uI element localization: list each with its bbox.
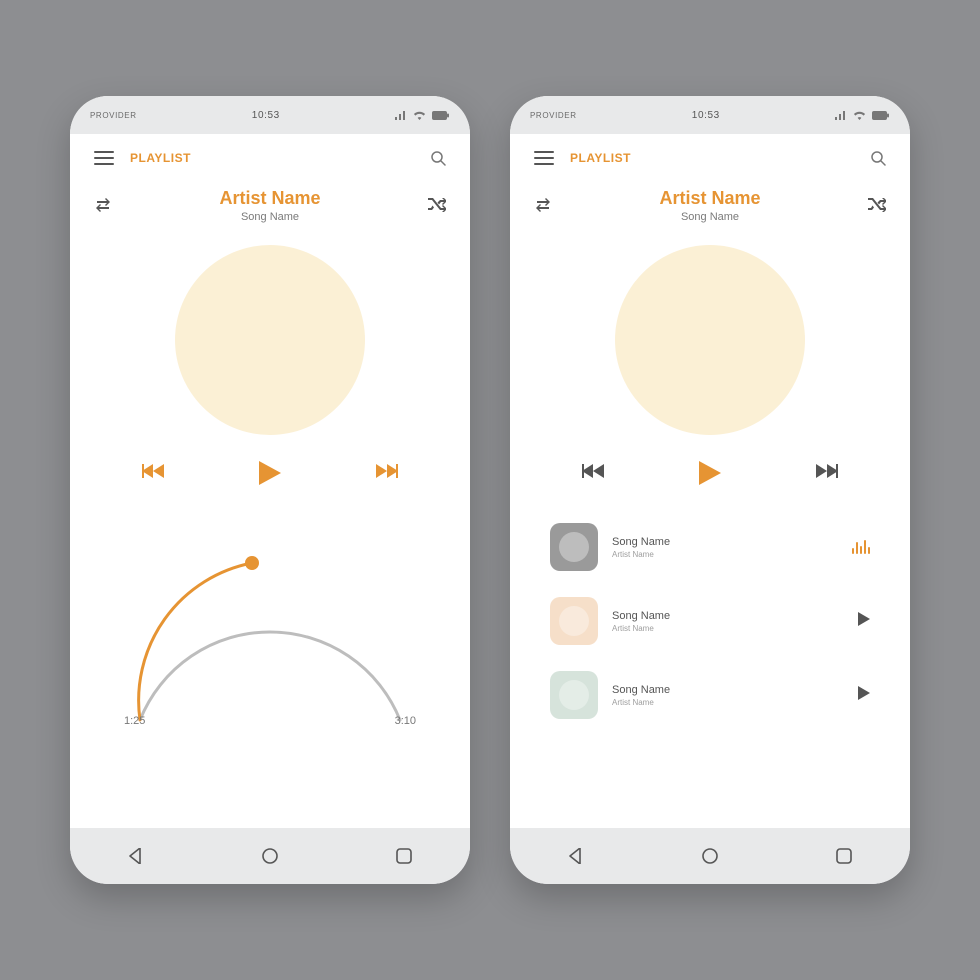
carrier-label: PROVIDER (90, 111, 137, 120)
track-title: Song Name (612, 610, 670, 622)
nav-recent-icon[interactable] (396, 848, 412, 864)
screen-title: PLAYLIST (130, 151, 191, 165)
menu-icon[interactable] (94, 151, 114, 165)
song-name: Song Name (94, 211, 446, 223)
time-total: 3:10 (395, 715, 416, 727)
track-thumb (550, 597, 598, 645)
list-item[interactable]: Song Name Artist Name (550, 671, 870, 719)
menu-icon[interactable] (534, 151, 554, 165)
list-item[interactable]: Song Name Artist Name (550, 597, 870, 645)
track-list: Song Name Artist Name Song Name Artist N… (510, 495, 910, 719)
play-icon[interactable] (858, 612, 870, 631)
nav-home-icon[interactable] (261, 847, 279, 865)
list-item[interactable]: Song Name Artist Name (550, 523, 870, 571)
battery-icon (432, 111, 450, 120)
now-playing-info: Artist Name Song Name (510, 170, 910, 435)
shuffle-icon[interactable] (428, 198, 446, 212)
next-button[interactable] (376, 464, 398, 483)
app-header: PLAYLIST (70, 134, 470, 170)
carrier-label: PROVIDER (530, 111, 577, 120)
previous-button[interactable] (582, 464, 604, 483)
android-nav (510, 828, 910, 884)
nav-back-icon[interactable] (568, 848, 584, 864)
battery-icon (872, 111, 890, 120)
time-elapsed: 1:25 (124, 715, 145, 727)
next-button[interactable] (816, 464, 838, 483)
album-art (615, 245, 805, 435)
app-header: PLAYLIST (510, 134, 910, 170)
track-thumb (550, 523, 598, 571)
now-playing-indicator-icon (852, 540, 870, 554)
track-title: Song Name (612, 684, 670, 696)
repeat-icon[interactable] (94, 198, 112, 212)
track-artist: Artist Name (612, 550, 670, 559)
play-icon[interactable] (858, 686, 870, 705)
track-artist: Artist Name (612, 624, 670, 633)
play-button[interactable] (259, 461, 281, 485)
track-title: Song Name (612, 536, 670, 548)
shuffle-icon[interactable] (868, 198, 886, 212)
clock: 10:53 (692, 110, 720, 121)
progress-thumb[interactable] (245, 556, 259, 570)
transport-controls (510, 435, 910, 495)
transport-controls (70, 435, 470, 495)
previous-button[interactable] (142, 464, 164, 483)
status-bar: PROVIDER 10:53 (70, 96, 470, 134)
status-bar: PROVIDER 10:53 (510, 96, 910, 134)
screen-title: PLAYLIST (570, 151, 631, 165)
track-artist: Artist Name (612, 698, 670, 707)
wifi-icon (853, 110, 866, 120)
search-icon[interactable] (430, 150, 446, 166)
phone-now-playing: PROVIDER 10:53 PLAYLIST Artist Name Song… (70, 96, 470, 884)
signal-icon (835, 111, 847, 120)
repeat-icon[interactable] (534, 198, 552, 212)
phone-playlist: PROVIDER 10:53 PLAYLIST Artist Name Song… (510, 96, 910, 884)
play-button[interactable] (699, 461, 721, 485)
progress-visualizer: 1:25 3:10 (70, 495, 470, 755)
signal-icon (395, 111, 407, 120)
android-nav (70, 828, 470, 884)
now-playing-info: Artist Name Song Name (70, 170, 470, 435)
song-name: Song Name (534, 211, 886, 223)
status-icons (395, 110, 450, 120)
clock: 10:53 (252, 110, 280, 121)
search-icon[interactable] (870, 150, 886, 166)
wifi-icon (413, 110, 426, 120)
status-icons (835, 110, 890, 120)
nav-recent-icon[interactable] (836, 848, 852, 864)
track-thumb (550, 671, 598, 719)
nav-home-icon[interactable] (701, 847, 719, 865)
album-art (175, 245, 365, 435)
nav-back-icon[interactable] (128, 848, 144, 864)
